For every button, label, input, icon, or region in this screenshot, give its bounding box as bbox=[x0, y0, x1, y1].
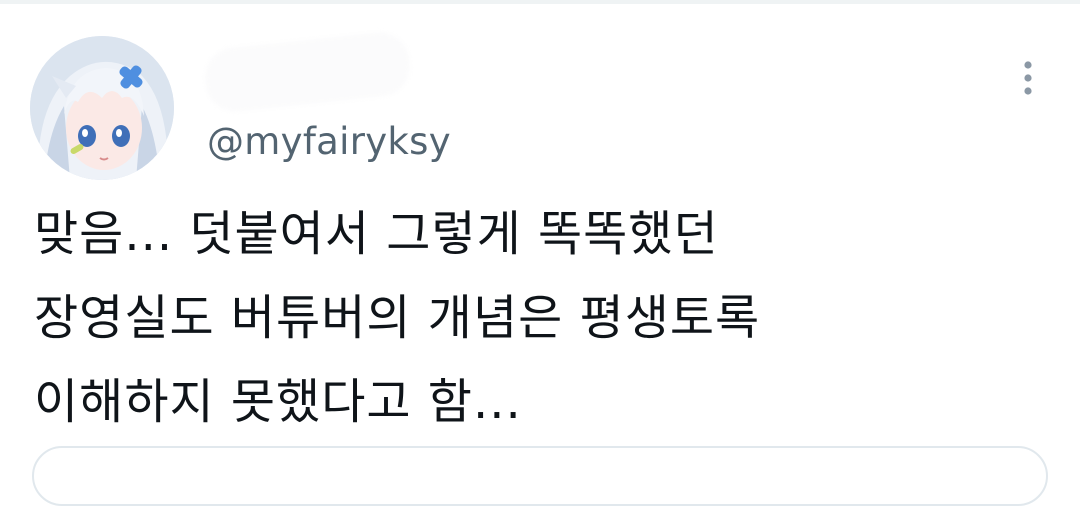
tweet-text: 맞음... 덧붙여서 그렇게 똑똑했던 장영실도 버튜버의 개념은 평생토록 이… bbox=[34, 192, 1034, 444]
more-options-button[interactable] bbox=[1008, 56, 1048, 100]
redacted-display-name bbox=[202, 29, 413, 115]
tweet-text-line: 맞음... 덧붙여서 그렇게 똑똑했던 bbox=[34, 206, 719, 262]
avatar[interactable] bbox=[30, 36, 174, 180]
more-vertical-icon bbox=[1024, 61, 1032, 95]
user-handle[interactable]: @myfairyksy bbox=[207, 120, 451, 163]
tweet-text-line: 장영실도 버튜버의 개념은 평생토록 bbox=[34, 290, 761, 346]
tweet-text-line: 이해하지 못했다고 함... bbox=[34, 374, 522, 430]
embedded-card[interactable] bbox=[32, 446, 1048, 506]
tweet: @myfairyksy 맞음... 덧붙여서 그렇게 똑똑했던 장영실도 버튜버… bbox=[0, 0, 1080, 506]
avatar-image bbox=[30, 36, 174, 180]
